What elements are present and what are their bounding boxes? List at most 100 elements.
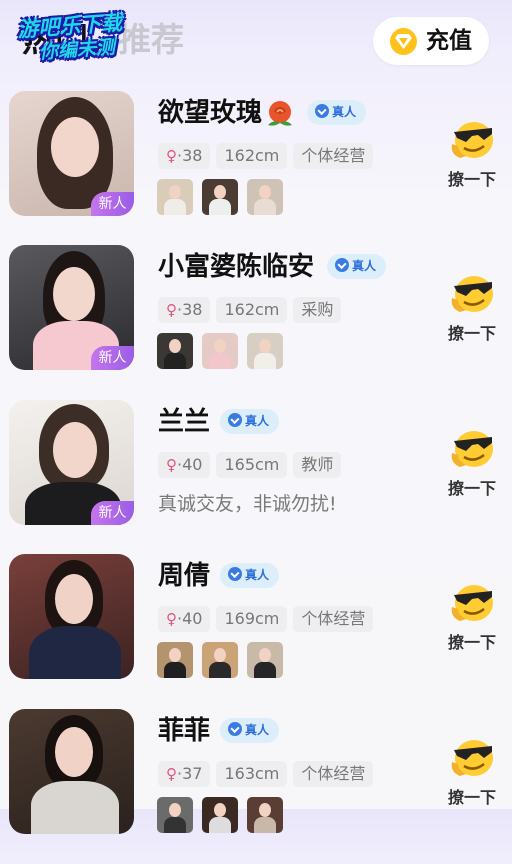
verified-badge: 真人 (220, 563, 280, 588)
avatar[interactable] (9, 554, 134, 679)
user-tags: ♀·40 169cm 个体经营 (158, 606, 379, 632)
female-icon: ♀ (166, 301, 177, 319)
age-value: ·40 (177, 609, 203, 628)
photo-thumbnail[interactable] (247, 642, 283, 678)
age-value: ·37 (177, 764, 203, 783)
job-tag: 个体经营 (293, 143, 374, 169)
check-circle-icon (335, 258, 349, 272)
age-tag: ♀·40 (158, 606, 211, 632)
height-tag: 162cm (216, 297, 288, 323)
female-icon: ♀ (166, 610, 177, 628)
check-circle-icon (228, 722, 242, 736)
user-name-text: 小富婆陈临安 (158, 252, 315, 282)
job-tag: 教师 (293, 452, 342, 478)
recharge-button[interactable]: 充值 (373, 17, 489, 65)
verified-badge: 真人 (220, 409, 280, 434)
avatar[interactable]: 新人 (9, 245, 134, 370)
user-name[interactable]: 周倩 (158, 556, 210, 596)
photo-thumbnail[interactable] (157, 797, 193, 833)
check-circle-icon (228, 413, 242, 427)
photo-thumbnail[interactable] (202, 642, 238, 678)
user-name-text: 欲望玫瑰 (158, 98, 263, 128)
photo-thumbnails (157, 642, 292, 678)
photo-thumbnails (157, 333, 292, 369)
user-name[interactable]: 兰兰 (158, 402, 210, 442)
winking-sunglasses-emoji-icon[interactable] (448, 736, 496, 778)
avatar[interactable]: 新人 (9, 400, 134, 525)
winking-sunglasses-emoji-icon[interactable] (448, 581, 496, 623)
winking-sunglasses-emoji-icon[interactable] (448, 118, 496, 160)
wink-button-label[interactable]: 撩一下 (448, 323, 496, 345)
verified-badge: 真人 (220, 718, 280, 743)
user-tags: ♀·38 162cm 采购 (158, 297, 347, 323)
wink-button-label[interactable]: 撩一下 (448, 787, 496, 809)
user-name[interactable]: 欲望玫瑰 (158, 93, 296, 133)
height-tag: 162cm (216, 143, 288, 169)
photo-thumbnail[interactable] (247, 797, 283, 833)
female-icon: ♀ (166, 147, 177, 165)
height-tag: 169cm (216, 606, 288, 632)
user-card[interactable]: 新人 小富婆陈临安 真人 ♀·38 162cm 采购 撩一下 (0, 245, 512, 400)
winking-sunglasses-emoji-icon[interactable] (448, 427, 496, 469)
photo-thumbnail[interactable] (202, 333, 238, 369)
photo-thumbnail[interactable] (202, 797, 238, 833)
verified-label: 真人 (245, 568, 270, 582)
user-name-text: 兰兰 (158, 407, 211, 437)
new-user-badge: 新人 (91, 501, 134, 525)
photo-thumbnails (157, 179, 292, 215)
user-tags: ♀·38 162cm 个体经营 (158, 143, 379, 169)
user-card[interactable]: 周倩 真人 ♀·40 169cm 个体经营 撩一下 (0, 554, 512, 709)
diamond-coin-icon (390, 28, 417, 55)
user-name[interactable]: 菲菲 (158, 711, 210, 751)
avatar[interactable] (9, 709, 134, 834)
job-tag: 采购 (293, 297, 342, 323)
top-bar: 热门 推荐 游吧乐下载 你编未测 充值 (0, 0, 512, 84)
age-tag: ♀·40 (158, 452, 211, 478)
user-tags: ♀·40 165cm 教师 (158, 452, 347, 478)
photo-thumbnail[interactable] (202, 179, 238, 215)
user-card[interactable]: 新人 兰兰 真人 ♀·40 165cm 教师 真诚交友，非诚勿扰! 撩一下 (0, 400, 512, 555)
photo-thumbnail[interactable] (247, 179, 283, 215)
height-tag: 165cm (216, 452, 288, 478)
user-bio: 真诚交友，非诚勿扰! (158, 493, 337, 515)
verified-label: 真人 (245, 414, 270, 428)
age-tag: ♀·38 (158, 297, 211, 323)
female-icon: ♀ (166, 765, 177, 783)
wink-button-label[interactable]: 撩一下 (448, 632, 496, 654)
user-tags: ♀·37 163cm 个体经营 (158, 761, 379, 787)
rose-icon (268, 100, 293, 126)
verified-badge: 真人 (307, 100, 367, 125)
verified-badge: 真人 (327, 254, 387, 279)
user-name-text: 周倩 (158, 561, 211, 591)
winking-sunglasses-emoji-icon[interactable] (448, 272, 496, 314)
photo-thumbnail[interactable] (157, 642, 193, 678)
verified-label: 真人 (245, 723, 270, 737)
check-circle-icon (228, 567, 242, 581)
job-tag: 个体经营 (293, 606, 374, 632)
age-tag: ♀·38 (158, 143, 211, 169)
age-value: ·38 (177, 146, 203, 165)
verified-label: 真人 (352, 259, 377, 273)
photo-thumbnail[interactable] (157, 179, 193, 215)
height-tag: 163cm (216, 761, 288, 787)
verified-label: 真人 (332, 105, 357, 119)
new-user-badge: 新人 (91, 192, 134, 216)
wink-button-label[interactable]: 撩一下 (448, 169, 496, 191)
photo-thumbnails (157, 797, 292, 833)
age-value: ·40 (177, 455, 203, 474)
user-name-text: 菲菲 (158, 716, 211, 746)
age-value: ·38 (177, 300, 203, 319)
photo-thumbnail[interactable] (247, 333, 283, 369)
wink-button-label[interactable]: 撩一下 (448, 478, 496, 500)
new-user-badge: 新人 (91, 346, 134, 370)
photo-thumbnail[interactable] (157, 333, 193, 369)
check-circle-icon (315, 104, 329, 118)
female-icon: ♀ (166, 456, 177, 474)
age-tag: ♀·37 (158, 761, 211, 787)
user-name[interactable]: 小富婆陈临安 (158, 247, 314, 287)
avatar[interactable]: 新人 (9, 91, 134, 216)
user-card[interactable]: 新人 欲望玫瑰 真人 ♀·38 162cm 个体经营 撩一下 (0, 91, 512, 246)
job-tag: 个体经营 (293, 761, 374, 787)
user-card[interactable]: 菲菲 真人 ♀·37 163cm 个体经营 撩一下 (0, 709, 512, 864)
recharge-label: 充值 (426, 28, 472, 54)
